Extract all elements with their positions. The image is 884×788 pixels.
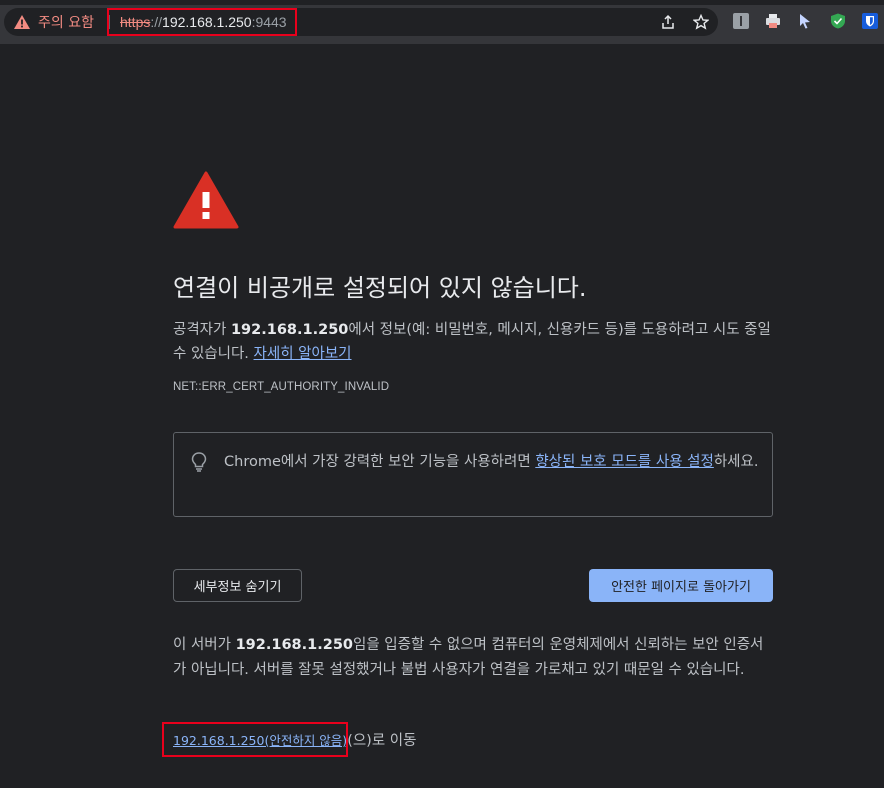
chip-divider [109, 15, 110, 29]
desc-host: 192.168.1.250 [230, 322, 349, 338]
enhanced-protection-tip: Chrome에서 가장 강력한 보안 기능을 사용하려면 향상된 보호 모드를 … [173, 432, 773, 517]
warning-triangle-icon [14, 15, 30, 29]
address-bar[interactable]: 주의 요함 https://192.168.1.250:9443 [4, 8, 718, 36]
details-text: 이 서버가 192.168.1.250임을 입증할 수 없으며 컴퓨터의 운영체… [173, 633, 773, 683]
url-scheme: https [120, 14, 151, 30]
learn-more-link[interactable]: 자세히 알아보기 [254, 346, 352, 362]
url-host: 192.168.1.250 [162, 14, 252, 30]
back-to-safety-button[interactable]: 안전한 페이지로 돌아가기 [589, 569, 773, 602]
hide-details-button[interactable]: 세부정보 숨기기 [173, 569, 302, 602]
url-separator: :// [150, 14, 163, 30]
password-manager-icon [862, 13, 878, 29]
proceed-unsafe-link[interactable]: 192.168.1.250(안전하지 않음) [173, 733, 347, 748]
share-button[interactable] [656, 8, 680, 36]
lightbulb-icon [191, 452, 207, 472]
tabstrip-edge [0, 0, 884, 5]
extension-button-1[interactable] [732, 12, 750, 30]
error-code: NET::ERR_CERT_AUTHORITY_INVALID [173, 381, 390, 393]
tip-prefix: Chrome에서 가장 강력한 보안 기능을 사용하려면 [224, 454, 536, 470]
security-chip[interactable]: 주의 요함 [14, 8, 94, 36]
tip-text: Chrome에서 가장 강력한 보안 기능을 사용하려면 향상된 보호 모드를 … [224, 450, 764, 474]
printer-icon [766, 14, 780, 28]
detail-host: 192.168.1.250 [235, 637, 353, 653]
bookmark-button[interactable] [689, 8, 713, 36]
extension-button-5[interactable] [861, 12, 879, 30]
desc-prefix: 공격자가 [173, 322, 231, 338]
proceed-line: 192.168.1.250(안전하지 않음)(으)로 이동 [173, 729, 416, 750]
url-port: :9443 [251, 14, 287, 30]
url-text[interactable]: https://192.168.1.250:9443 [120, 8, 287, 36]
extension-button-3[interactable] [796, 12, 814, 30]
main-description: 공격자가 192.168.1.250에서 정보(예: 비밀번호, 메시지, 신용… [173, 318, 773, 366]
bookmark-star-icon [693, 14, 709, 30]
browser-toolbar: 주의 요함 https://192.168.1.250:9443 [0, 0, 884, 44]
share-icon [662, 14, 674, 29]
proceed-suffix: (으)로 이동 [347, 733, 417, 749]
extension-button-2[interactable] [764, 12, 782, 30]
detail-prefix: 이 서버가 [173, 637, 236, 653]
enhanced-protection-link[interactable]: 향상된 보호 모드를 사용 설정 [535, 454, 714, 470]
shield-check-icon [831, 13, 845, 29]
cursor-arrow-icon [800, 14, 810, 29]
security-chip-label: 주의 요함 [38, 15, 94, 31]
extension-icon [733, 13, 749, 29]
large-warning-icon [173, 171, 239, 229]
extension-button-4[interactable] [829, 12, 847, 30]
tip-suffix: 하세요. [713, 454, 759, 470]
page-title: 연결이 비공개로 설정되어 있지 않습니다. [173, 274, 587, 302]
